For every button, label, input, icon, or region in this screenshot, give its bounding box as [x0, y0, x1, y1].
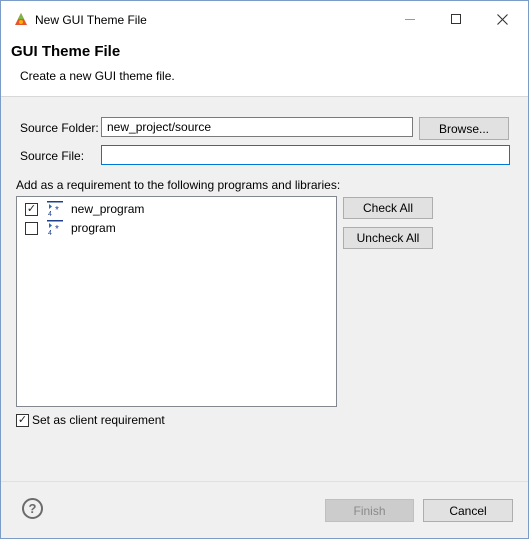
page-title: GUI Theme File	[11, 43, 121, 60]
svg-text:*: *	[55, 205, 59, 216]
list-item[interactable]: ✓ 4 * new_program	[25, 200, 144, 218]
help-icon[interactable]: ?	[22, 498, 43, 519]
maximize-button[interactable]	[433, 1, 479, 37]
svg-text:4: 4	[48, 230, 52, 236]
svg-text:4: 4	[48, 211, 52, 217]
footer-divider	[1, 481, 528, 482]
checkbox-unchecked[interactable]	[25, 221, 38, 235]
minimize-icon	[405, 18, 415, 20]
eclipse-gui-icon	[15, 13, 27, 25]
source-folder-label: Source Folder:	[20, 121, 99, 135]
program-icon: 4 *	[47, 220, 63, 236]
svg-text:*: *	[55, 224, 59, 235]
client-requirement-option[interactable]: ✓ Set as client requirement	[16, 413, 165, 427]
check-all-button[interactable]: Check All	[343, 197, 433, 219]
finish-button[interactable]: Finish	[325, 499, 414, 522]
list-item-label: program	[71, 221, 116, 235]
maximize-icon	[451, 14, 461, 24]
cancel-button[interactable]: Cancel	[423, 499, 513, 522]
dialog-window: New GUI Theme File GUI Theme File Create…	[0, 0, 529, 539]
checkbox-checked[interactable]: ✓	[25, 202, 38, 216]
close-icon	[496, 13, 508, 25]
browse-button[interactable]: Browse...	[419, 117, 509, 140]
wizard-banner: GUI Theme File Create a new GUI theme fi…	[1, 37, 528, 97]
requirements-label: Add as a requirement to the following pr…	[16, 178, 341, 192]
list-item-label: new_program	[71, 202, 145, 216]
requirements-list[interactable]: ✓ 4 * new_program 4 * program	[16, 196, 337, 407]
client-requirement-label: Set as client requirement	[32, 413, 165, 427]
source-folder-field[interactable]: new_project/source	[101, 117, 413, 137]
close-button[interactable]	[479, 1, 525, 37]
client-requirement-checkbox[interactable]: ✓	[16, 413, 29, 427]
source-file-field[interactable]	[101, 145, 510, 165]
source-file-label: Source File:	[20, 149, 85, 163]
uncheck-all-button[interactable]: Uncheck All	[343, 227, 433, 249]
program-icon: 4 *	[47, 201, 63, 217]
title-bar[interactable]: New GUI Theme File	[1, 1, 528, 37]
list-item[interactable]: 4 * program	[25, 219, 116, 237]
page-description: Create a new GUI theme file.	[20, 69, 175, 83]
window-title: New GUI Theme File	[35, 13, 147, 27]
minimize-button[interactable]	[387, 1, 433, 37]
